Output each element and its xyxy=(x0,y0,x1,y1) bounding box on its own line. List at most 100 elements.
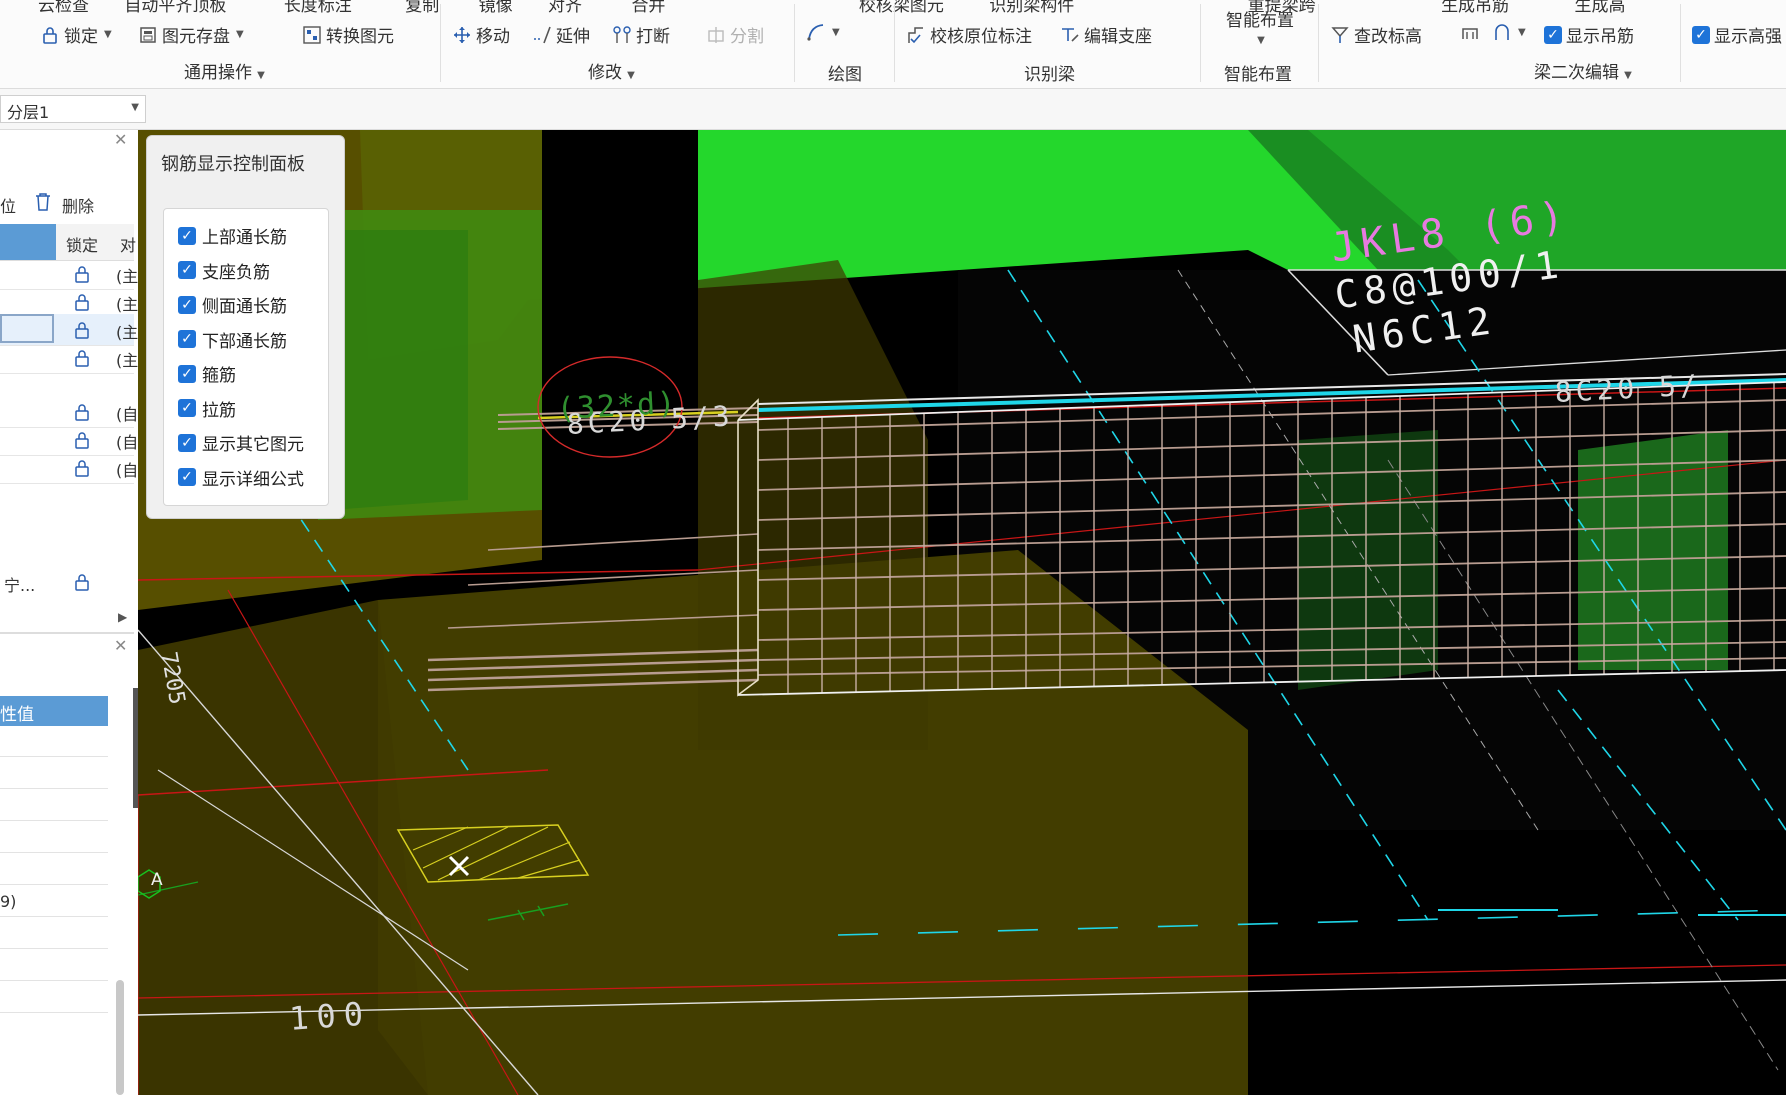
rebar-option-label: 拉筋 xyxy=(202,400,236,421)
group-label-identify-beam[interactable]: 识别梁 xyxy=(1024,60,1075,85)
lock-icon[interactable] xyxy=(72,458,90,477)
chevron-down-icon: ▼ xyxy=(832,26,840,38)
split-label: 分割 xyxy=(730,27,764,47)
truncated-row-label[interactable]: 宁... xyxy=(4,572,35,596)
rebar-option[interactable]: ✓ 显示其它图元 xyxy=(178,430,304,455)
rebar-option-label: 支座负筋 xyxy=(202,262,270,283)
move-label: 移动 xyxy=(476,27,510,47)
lock-button[interactable]: 锁定 ▼ xyxy=(40,22,112,47)
group-label-modify[interactable]: 修改 ▼ xyxy=(588,58,635,83)
edit-support-icon xyxy=(1060,25,1080,45)
3d-viewport[interactable]: JKL8 (6) C8@100/1 N6C12 8C20 5/3 8C20 5/… xyxy=(138,130,1786,1095)
merge-label[interactable]: 合并 xyxy=(631,0,665,16)
check-elevation-button[interactable]: 查改标高 xyxy=(1330,22,1422,47)
show-high-strength-checkbox[interactable]: ✓ 显示高强 xyxy=(1692,22,1782,47)
lock-icon[interactable] xyxy=(72,320,90,339)
convert-elements-button[interactable]: 转换图元 xyxy=(302,22,394,47)
chevron-down-icon: ▼ xyxy=(104,29,112,40)
length-dim-label[interactable]: 长度标注 xyxy=(284,0,352,16)
group-label-draw[interactable]: 绘图 xyxy=(828,60,862,85)
selected-cell[interactable] xyxy=(0,314,54,343)
cloud-check-label[interactable]: 云检查 xyxy=(38,0,89,16)
lock-icon[interactable] xyxy=(72,348,90,367)
rebar-panel-title: 钢筋显示控制面板 xyxy=(161,154,305,175)
show-hanger-checkbox[interactable]: ✓ 显示吊筋 xyxy=(1544,22,1634,47)
rebar-option[interactable]: ✓ 侧面通长筋 xyxy=(178,292,287,317)
lock-icon[interactable] xyxy=(72,264,90,283)
dimension-100-label[interactable]: 100 xyxy=(288,994,372,1038)
close-icon[interactable]: ✕ xyxy=(114,130,127,149)
lock-icon[interactable] xyxy=(72,572,92,596)
group-label-smart-layout[interactable]: 智能布置 xyxy=(1224,60,1292,85)
move-button[interactable]: 移动 xyxy=(452,22,510,47)
break-label: 打断 xyxy=(636,27,670,47)
rebar-option-label: 箍筋 xyxy=(202,366,236,386)
anchor-formula-label[interactable]: (32*d) xyxy=(556,386,678,427)
layer-row-type: (主 xyxy=(116,295,139,314)
layer-row[interactable]: (自 xyxy=(0,452,138,484)
property-header-label: 性值 xyxy=(0,705,34,725)
auto-level-label[interactable]: 自动平齐顶板 xyxy=(124,0,226,16)
break-button[interactable]: 打断 xyxy=(612,22,670,47)
split-icon xyxy=(706,25,726,45)
rebar-option[interactable]: ✓ 拉筋 xyxy=(178,396,236,421)
lock-icon[interactable] xyxy=(72,402,90,421)
scroll-right-icon[interactable]: ▶ xyxy=(118,610,127,624)
mirror-label[interactable]: 镜像 xyxy=(479,0,513,16)
edit-support-button[interactable]: 编辑支座 xyxy=(1060,22,1152,47)
trash-icon xyxy=(36,193,50,211)
lock-icon[interactable] xyxy=(72,430,90,449)
convert-elements-icon xyxy=(302,25,322,45)
chevron-down-icon: ▼ xyxy=(236,29,244,40)
axis-a-label[interactable]: A xyxy=(151,870,163,890)
copy-label[interactable]: 复制 xyxy=(405,0,439,16)
check-beam-label[interactable]: 校核梁图元 xyxy=(859,0,944,16)
checkbox-checked-icon: ✓ xyxy=(1544,25,1562,44)
lock-icon[interactable] xyxy=(72,292,90,311)
gen-hanger-label[interactable]: 生成吊筋 xyxy=(1441,0,1509,16)
chevron-down-icon: ▼ xyxy=(1257,35,1265,46)
rebar-option[interactable]: ✓ 箍筋 xyxy=(178,361,236,386)
rebar-option[interactable]: ✓ 下部通长筋 xyxy=(178,327,287,352)
property-value[interactable]: 9) xyxy=(0,892,16,911)
checkbox-checked-icon[interactable]: ✓ xyxy=(178,295,196,314)
position-tool-label[interactable]: 位 xyxy=(0,193,16,217)
checkbox-checked-icon[interactable]: ✓ xyxy=(178,226,196,245)
arc-draw-button[interactable]: ▼ xyxy=(806,22,840,42)
rebar-option[interactable]: ✓ 显示详细公式 xyxy=(178,465,304,490)
split-button[interactable]: 分割 xyxy=(706,22,764,47)
extend-button[interactable]: 延伸 xyxy=(532,22,590,47)
check-annotation-button[interactable]: 校核原位标注 xyxy=(906,22,1032,47)
layer-toolbar xyxy=(0,89,1786,130)
checkbox-checked-icon: ✓ xyxy=(1692,25,1710,44)
table-header: 锁定 对 xyxy=(0,224,136,261)
check-annotation-label: 校核原位标注 xyxy=(930,27,1032,47)
smart-layout-button[interactable]: 智能布置 ▼ xyxy=(1212,6,1308,46)
chevron-down-icon: ▼ xyxy=(131,102,139,113)
chevron-down-icon: ▼ xyxy=(1621,70,1632,81)
hook-tool-button[interactable]: ▼ xyxy=(1492,22,1526,42)
checkbox-checked-icon[interactable]: ✓ xyxy=(178,330,196,348)
layer-row[interactable]: (主 xyxy=(0,342,138,374)
vertical-scrollbar[interactable] xyxy=(116,980,124,1095)
rebar-option[interactable]: ✓ 支座负筋 xyxy=(178,258,270,283)
align-label[interactable]: 对齐 xyxy=(548,0,582,16)
group-label-general[interactable]: 通用操作 ▼ xyxy=(184,58,265,83)
save-elements-button[interactable]: 图元存盘 ▼ xyxy=(138,22,244,47)
ribbon-divider xyxy=(440,4,441,82)
checkbox-checked-icon[interactable]: ✓ xyxy=(178,433,196,452)
hanger-tool-button[interactable] xyxy=(1460,22,1480,42)
break-icon xyxy=(612,25,632,45)
left-panel: ✕ 位 删除 锁定 对 (主 (主 (主 (主 (自 (自 (自 宁... ▶ ✕ 性值 9… xyxy=(0,130,139,1095)
identify-beam-member-label[interactable]: 识别梁构件 xyxy=(989,0,1074,16)
layer-select[interactable]: 分层1 ▼ xyxy=(0,95,146,123)
group-label-beam-secondary[interactable]: 梁二次编辑 ▼ xyxy=(1534,58,1632,83)
gen-high-label[interactable]: 生成高 xyxy=(1574,0,1625,16)
checkbox-checked-icon[interactable]: ✓ xyxy=(178,364,196,383)
checkbox-checked-icon[interactable]: ✓ xyxy=(178,468,196,486)
close-icon[interactable]: ✕ xyxy=(114,636,127,655)
checkbox-checked-icon[interactable]: ✓ xyxy=(178,261,196,279)
checkbox-checked-icon[interactable]: ✓ xyxy=(178,399,196,417)
rebar-option[interactable]: ✓ 上部通长筋 xyxy=(178,223,287,248)
convert-elements-label: 转换图元 xyxy=(326,27,394,47)
